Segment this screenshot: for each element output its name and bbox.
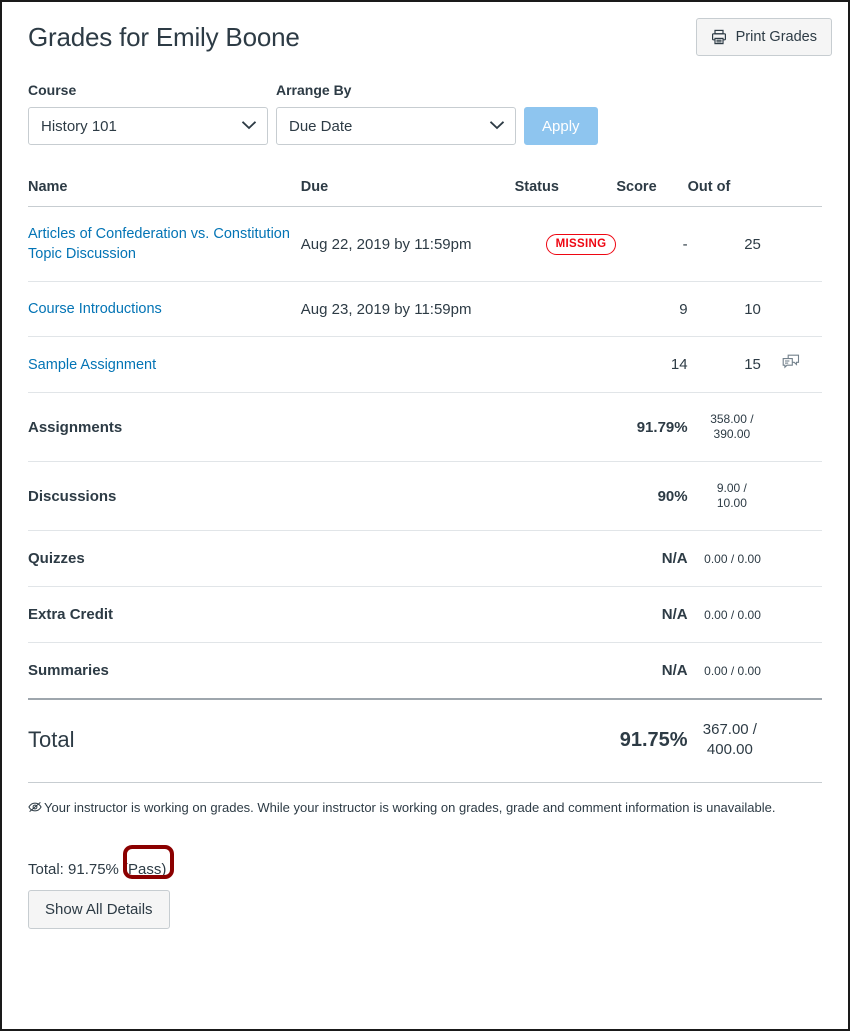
page-header: Grades for Emily Boone Print Grades [2, 2, 848, 68]
instructor-notice: Your instructor is working on grades. Wh… [2, 783, 848, 818]
assignment-out-of: 10 [688, 282, 761, 337]
assignment-score: 9 [616, 282, 687, 337]
arrange-by-field: Arrange By Due Date [276, 82, 516, 145]
show-all-details-button[interactable]: Show All Details [28, 890, 170, 929]
group-name: Summaries [28, 662, 109, 679]
group-out-of: 0.00 / 0.00 [704, 664, 761, 679]
group-out-of: 358.00 / 390.00 [703, 412, 761, 442]
assignment-due [301, 337, 515, 393]
table-row: Summaries N/A 0.00 / 0.00 [28, 643, 822, 700]
printer-icon [711, 29, 727, 45]
group-percent: 91.79% [637, 419, 688, 436]
table-row: Extra Credit N/A 0.00 / 0.00 [28, 587, 822, 643]
course-label: Course [28, 82, 268, 99]
assignment-status [515, 282, 617, 337]
instructor-notice-text: Your instructor is working on grades. Wh… [44, 799, 776, 817]
assignment-link[interactable]: Sample Assignment [28, 357, 156, 373]
assignment-out-of: 15 [688, 337, 761, 393]
group-out-of: 9.00 / 10.00 [703, 481, 761, 511]
group-name: Extra Credit [28, 606, 113, 623]
course-field: Course History 101 [28, 82, 268, 145]
assignment-link[interactable]: Articles of Confederation vs. Constituti… [28, 226, 290, 262]
grades-page: Grades for Emily Boone Print Grades Cour… [0, 0, 850, 1031]
group-percent: N/A [662, 606, 688, 623]
filter-bar: Course History 101 Arrange By Due Date [2, 68, 848, 145]
arrange-by-select[interactable]: Due Date [276, 107, 516, 145]
course-select-value[interactable]: History 101 [28, 107, 268, 145]
table-row: Course Introductions Aug 23, 2019 by 11:… [28, 282, 822, 337]
assignment-score: 14 [616, 337, 687, 393]
grades-table-wrapper: Name Due Status Score Out of Articles of… [2, 179, 848, 783]
column-header-comments [761, 179, 822, 207]
assignment-due: Aug 23, 2019 by 11:59pm [301, 282, 515, 337]
assignment-status [515, 337, 617, 393]
column-header-status: Status [515, 179, 617, 207]
group-name: Discussions [28, 488, 116, 505]
arrange-by-select-value[interactable]: Due Date [276, 107, 516, 145]
assignment-link[interactable]: Course Introductions [28, 301, 162, 317]
group-percent: 90% [658, 488, 688, 505]
footer-section: Total: 91.75% (Pass) Show All Details [2, 818, 848, 929]
comment-icon[interactable] [782, 358, 800, 375]
column-header-name: Name [28, 179, 301, 207]
course-select[interactable]: History 101 [28, 107, 268, 145]
table-header-row: Name Due Status Score Out of [28, 179, 822, 207]
total-percent: 91.75% [620, 729, 688, 751]
table-row: Assignments 91.79% 358.00 / 390.00 [28, 393, 822, 462]
print-grades-label: Print Grades [736, 28, 817, 46]
assignment-score: - [616, 207, 687, 282]
total-out-of: 367.00 / 400.00 [699, 720, 761, 760]
table-row: Sample Assignment 14 15 [28, 337, 822, 393]
table-row: Quizzes N/A 0.00 / 0.00 [28, 531, 822, 587]
eye-slash-icon [28, 799, 42, 818]
column-header-due: Due [301, 179, 515, 207]
group-percent: N/A [662, 550, 688, 567]
status-badge: MISSING [546, 234, 617, 255]
print-grades-button[interactable]: Print Grades [696, 18, 832, 56]
column-header-score: Score [616, 179, 687, 207]
table-row: Articles of Confederation vs. Constituti… [28, 207, 822, 282]
grades-table: Name Due Status Score Out of Articles of… [28, 179, 822, 783]
assignment-out-of: 25 [688, 207, 761, 282]
group-out-of: 0.00 / 0.00 [704, 608, 761, 623]
apply-button[interactable]: Apply [524, 107, 598, 145]
group-percent: N/A [662, 662, 688, 679]
total-label: Total [28, 727, 74, 752]
footer-total-text: Total: 91.75% (Pass) [28, 860, 822, 880]
group-name: Quizzes [28, 550, 85, 567]
arrange-by-label: Arrange By [276, 82, 516, 99]
table-row: Discussions 90% 9.00 / 10.00 [28, 462, 822, 531]
group-name: Assignments [28, 419, 122, 436]
assignment-due: Aug 22, 2019 by 11:59pm [301, 207, 515, 282]
column-header-out-of: Out of [688, 179, 761, 207]
group-out-of: 0.00 / 0.00 [704, 552, 761, 567]
total-row: Total 91.75% 367.00 / 400.00 [28, 699, 822, 783]
